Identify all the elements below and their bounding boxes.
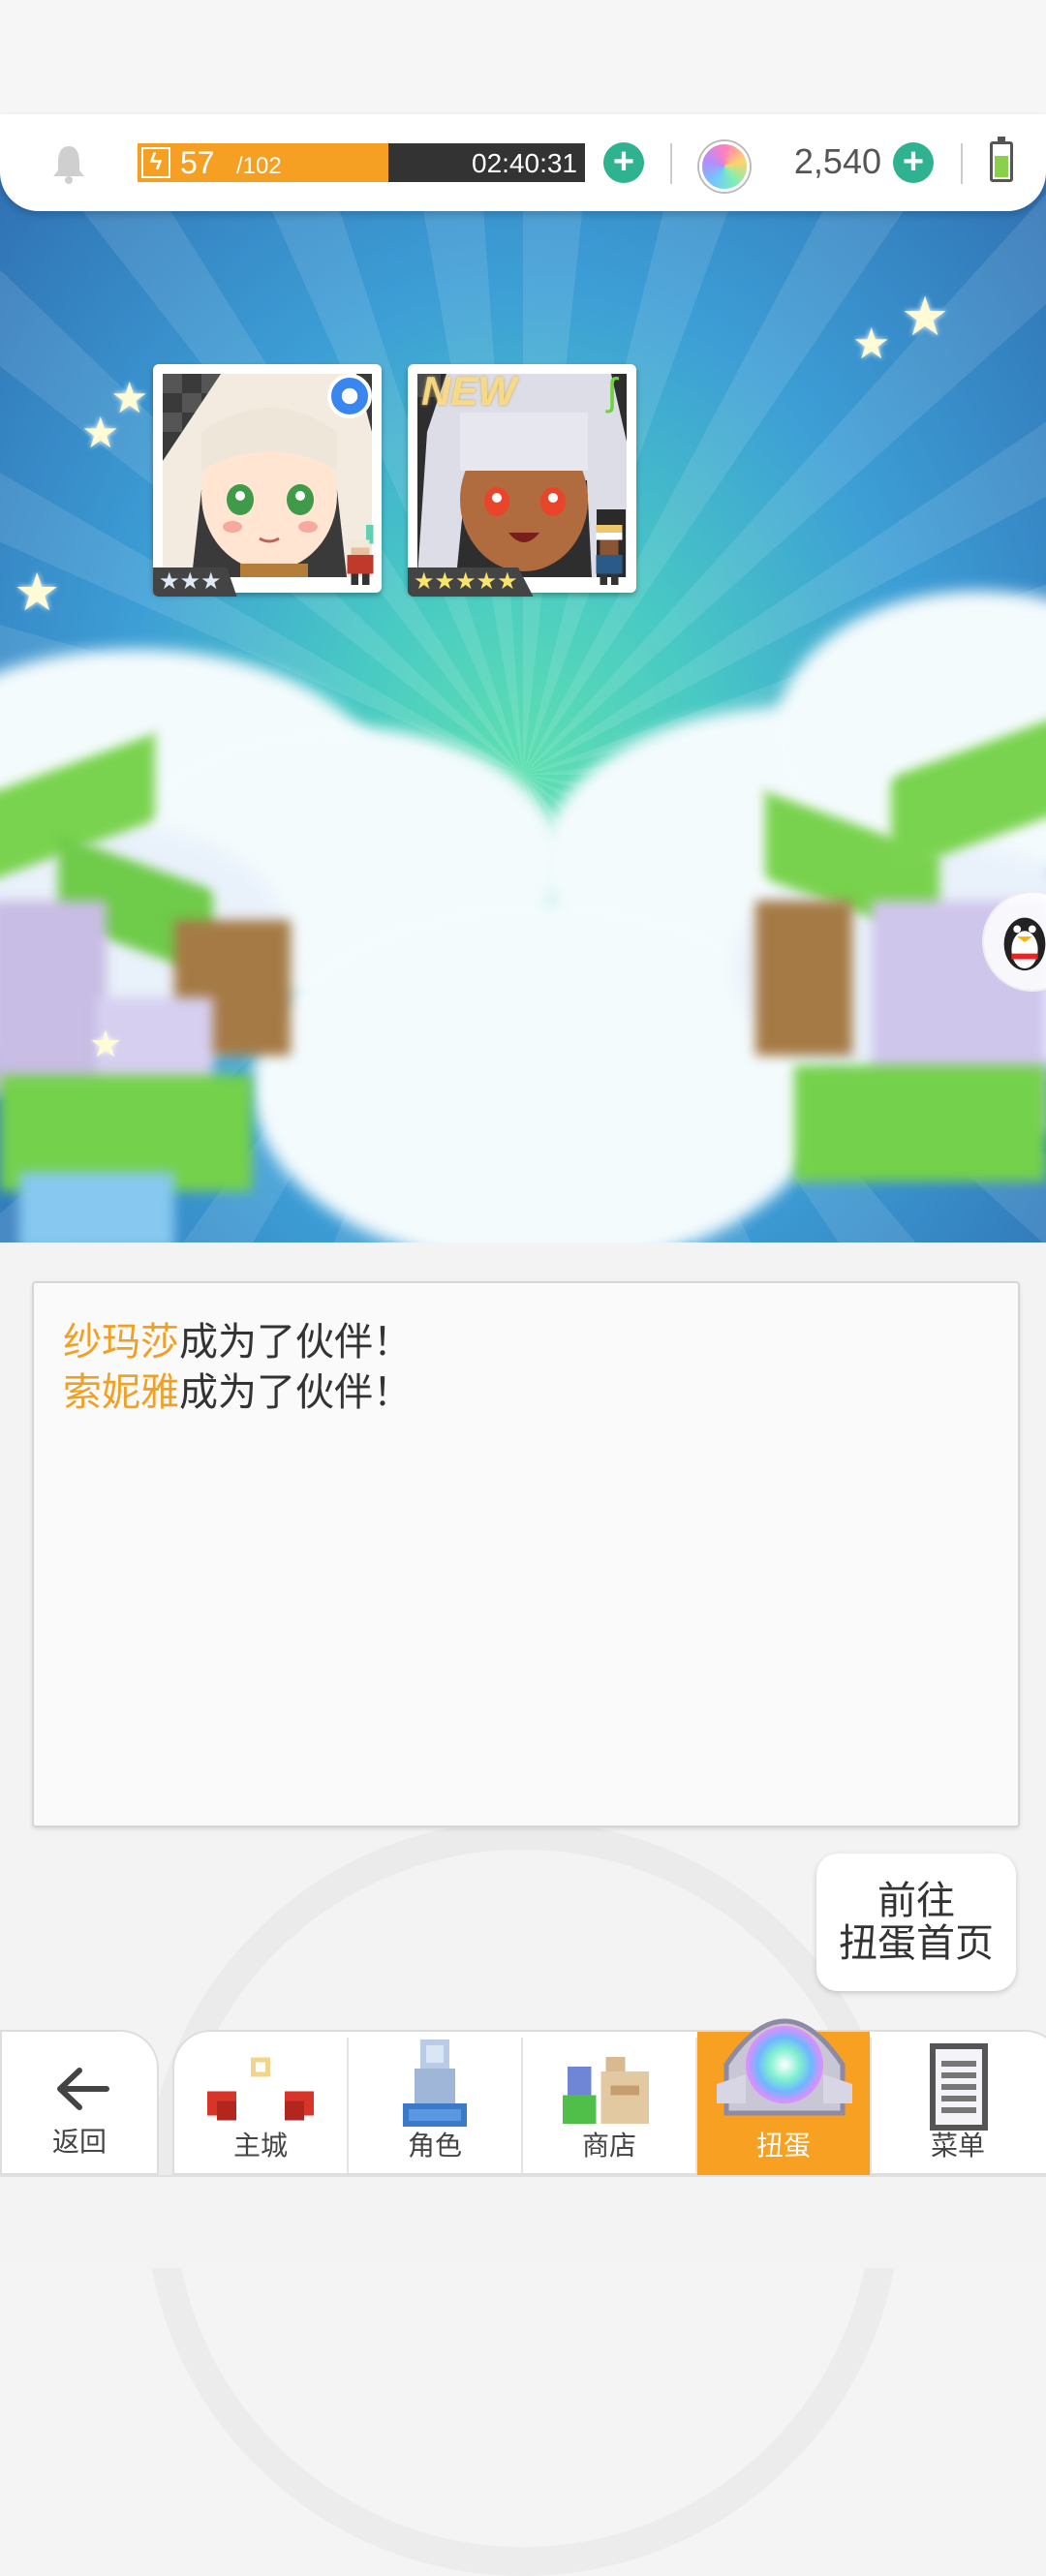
nav-item-town[interactable]: 主城 [174,2032,347,2177]
terrain-block [19,1172,174,1242]
nav-item-gacha[interactable]: 扭蛋 [697,2018,870,2177]
star-sparkle: ★ [901,286,950,347]
stamina-bar: ϟ 57 /102 02:40:31 [138,143,585,182]
character-icon [403,2039,467,2127]
nav-tabs: 主城 角色 商店 扭蛋 菜单 [172,2018,1046,2177]
star-sparkle: ★ [14,564,61,622]
lightning-icon: ϟ [141,147,170,178]
star-sparkle: ★ [852,321,891,368]
star-sparkle: ★ [81,410,120,457]
rarity-stars: ★★★ [153,567,237,597]
back-button[interactable]: 返回 [0,2030,159,2175]
message-line: 纱玛莎成为了伙伴！ [63,1310,412,1366]
bottom-nav: 返回 主城 角色 商店 扭蛋 菜单 [0,2018,1046,2177]
character-name: 纱玛莎 [63,1321,179,1364]
character-sprite-icon [347,525,374,585]
nav-label: 菜单 [930,2131,985,2161]
divider [961,143,963,184]
leaf-icon: ʃ [607,371,617,414]
button-label-line: 扭蛋首页 [839,1922,994,1965]
back-label: 返回 [51,2127,107,2157]
nav-item-characters[interactable]: 角色 [349,2032,521,2177]
bell-icon[interactable] [50,143,87,184]
result-message-panel: 纱玛莎成为了伙伴！ 索妮雅成为了伙伴！ [32,1281,1020,1827]
town-icon [207,2057,314,2121]
gem-count: 2,540 [793,141,881,181]
goto-gacha-home-button[interactable]: 前往 扭蛋首页 [816,1854,1016,1991]
add-gems-button[interactable]: + [893,142,934,183]
add-stamina-button[interactable]: + [603,142,644,183]
menu-icon [930,2043,988,2131]
nav-label: 角色 [407,2131,462,2161]
star-sparkle: ★ [89,1025,123,1065]
stamina-max: /102 [236,153,282,179]
terrain-block [794,1065,1046,1181]
class-badge-icon [327,374,372,418]
system-bar [0,2175,1046,2268]
message-text: 成为了伙伴！ [179,1321,412,1364]
stamina-current: 57 [180,145,215,180]
character-name: 索妮雅 [63,1371,179,1414]
battery-icon [990,137,1013,182]
gacha-result-scene: ★ ★ ★ ★ ★ ★ ★★★ NEW ʃ ★★★★★ [0,145,1046,1242]
new-badge: NEW [421,368,516,414]
resource-header: ϟ 57 /102 02:40:31 + 2,540 + [0,114,1046,211]
character-card[interactable]: ★★★ [153,364,382,597]
nav-label: 主城 [232,2131,288,2161]
stamina-timer: 02:40:31 [472,148,577,178]
gem-icon [699,141,750,192]
rarity-stars: ★★★★★ [408,567,534,597]
shop-icon [563,2057,649,2125]
nav-item-shop[interactable]: 商店 [523,2032,695,2177]
message-line: 索妮雅成为了伙伴！ [63,1361,412,1417]
nav-item-menu[interactable]: 菜单 [872,2032,1044,2177]
gacha-icon [717,2018,852,2116]
button-label-line: 前往 [877,1880,955,1922]
message-text: 成为了伙伴！ [179,1371,412,1414]
penguin-icon [1003,917,1046,971]
character-card[interactable]: NEW ʃ ★★★★★ [408,364,636,597]
divider [670,143,672,184]
character-sprite-icon [596,525,623,585]
terrain-block [755,901,852,1056]
nav-label: 商店 [581,2131,636,2161]
back-arrow-icon [57,2068,109,2110]
nav-label: 扭蛋 [755,2131,811,2161]
